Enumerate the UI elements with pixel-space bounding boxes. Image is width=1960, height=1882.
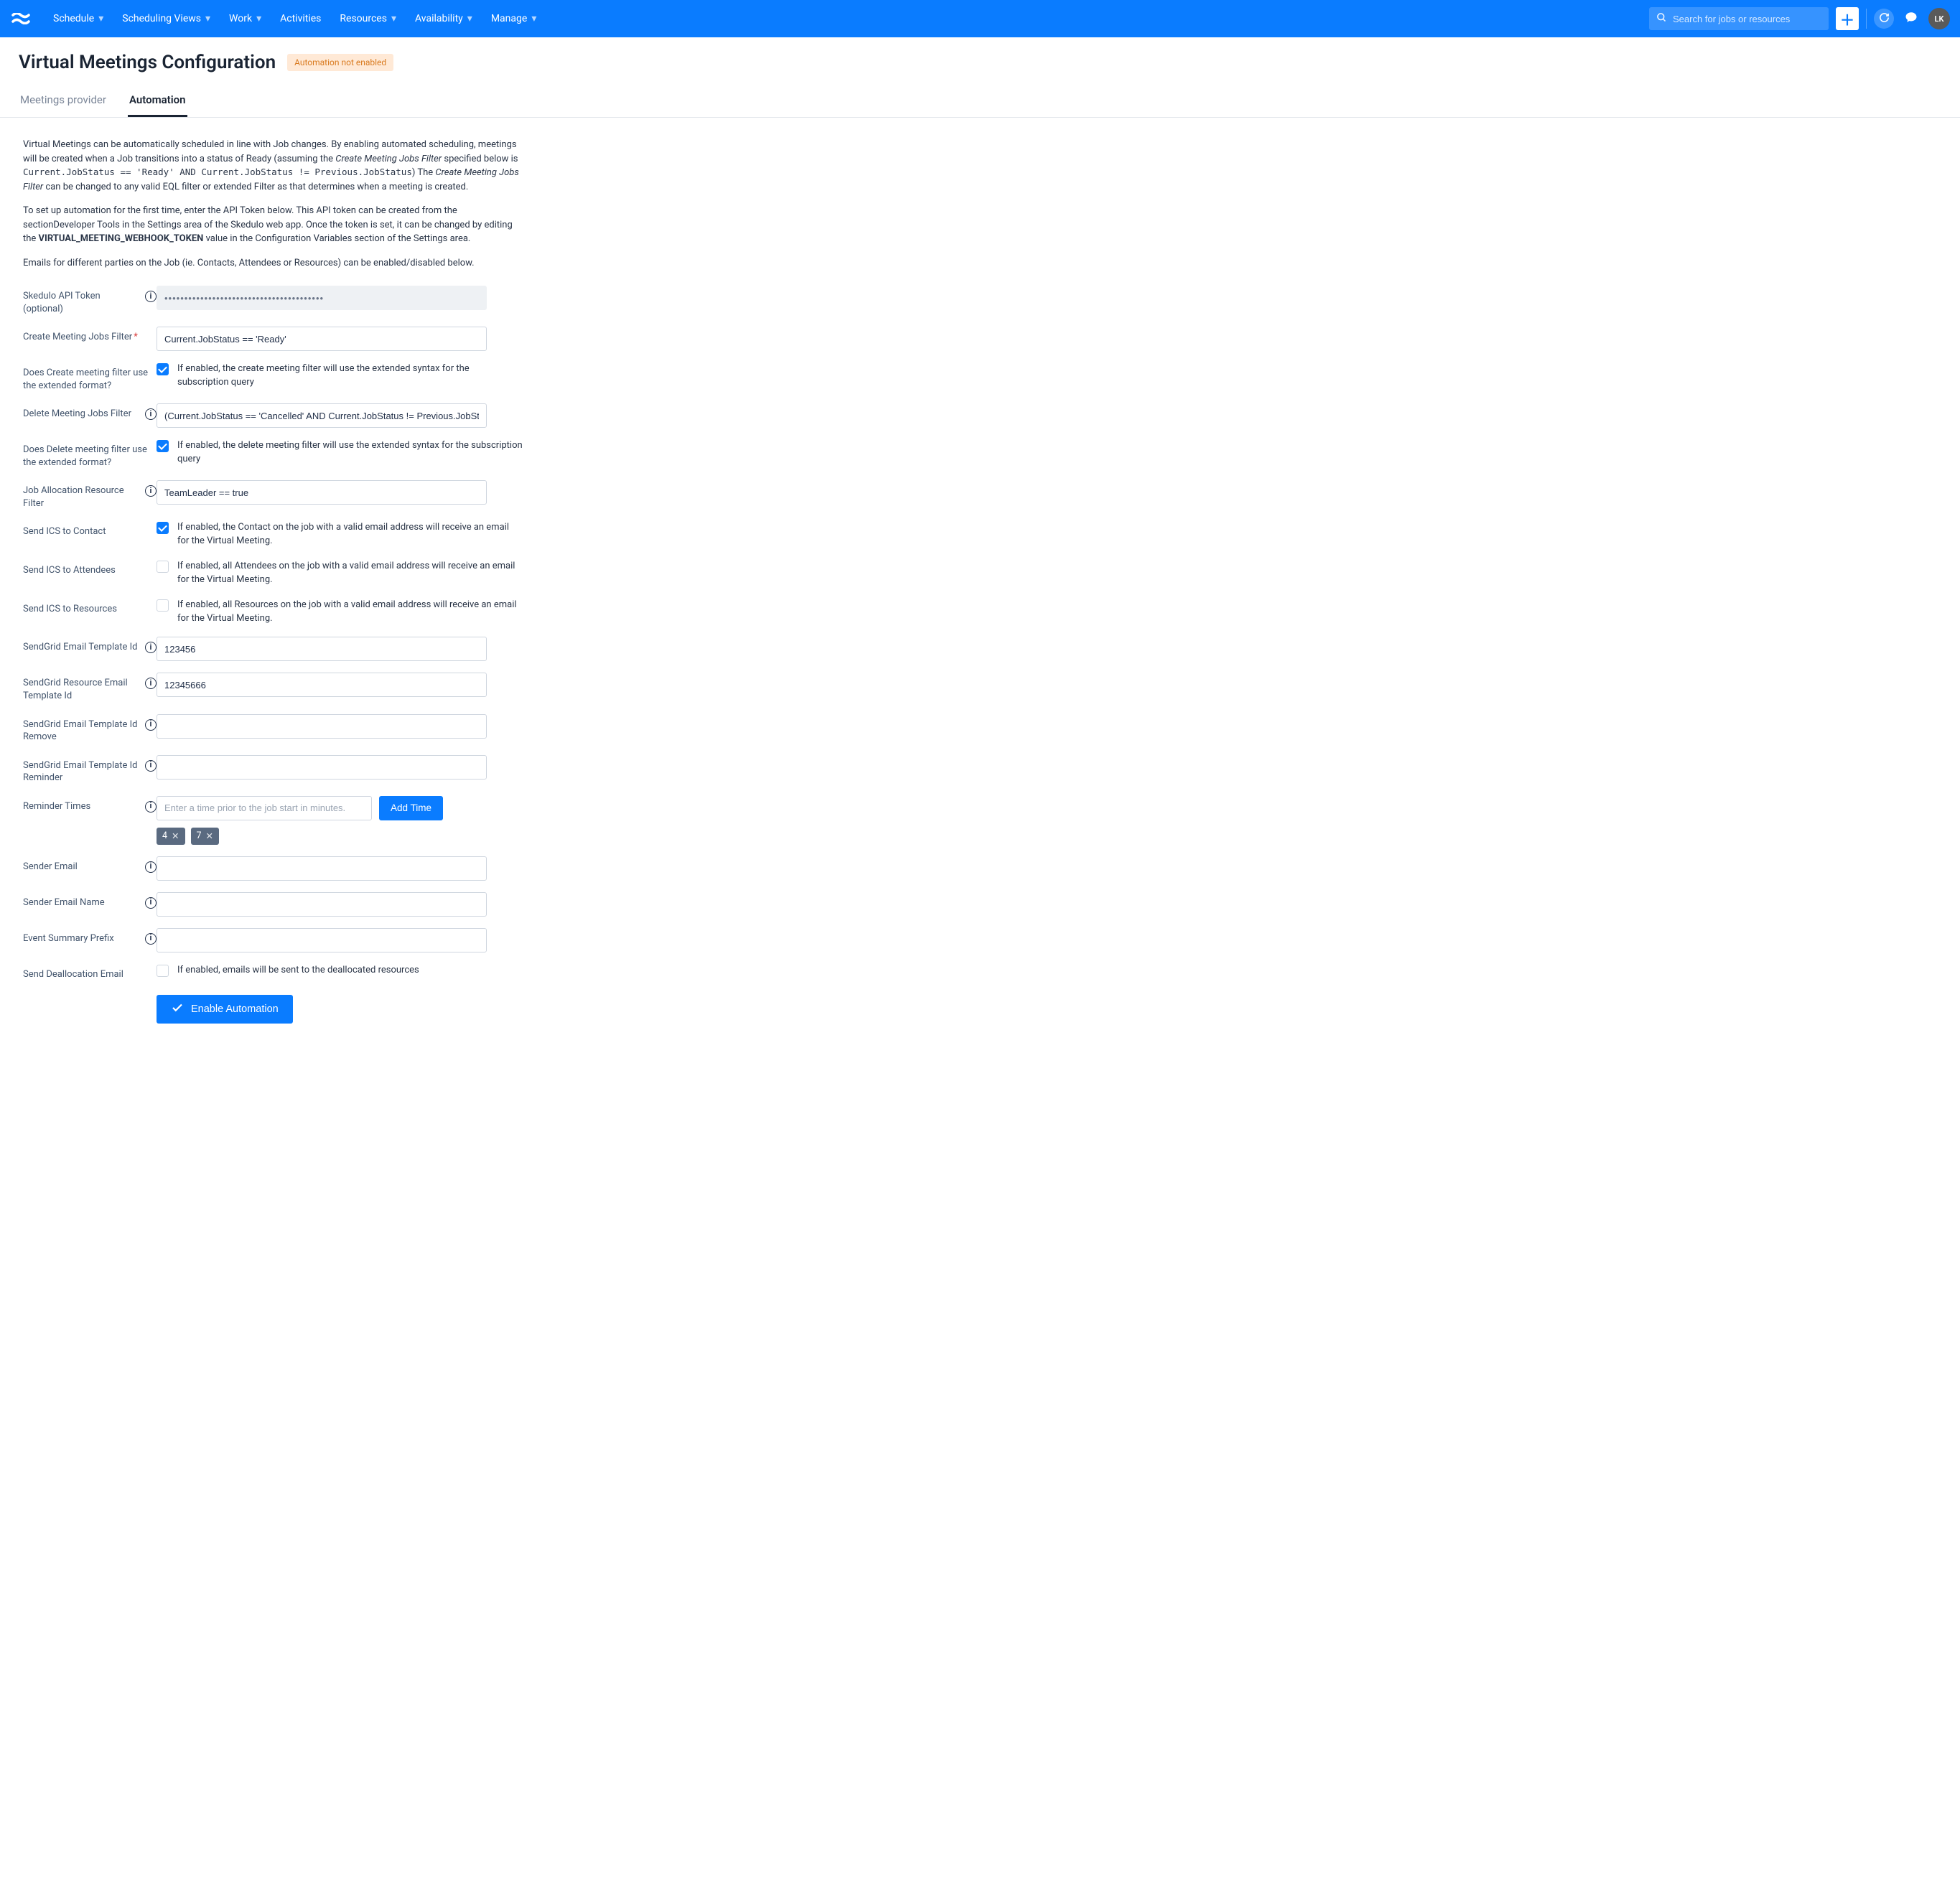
required-indicator: *	[134, 332, 138, 342]
chip-value: 4	[162, 830, 167, 841]
tab-automation[interactable]: Automation	[128, 86, 187, 117]
ics-attendees-checkbox[interactable]	[157, 561, 169, 573]
reminder-time-input[interactable]	[157, 796, 372, 820]
refresh-icon	[1879, 12, 1890, 26]
reminder-chip: 7 ✕	[191, 828, 220, 845]
summary-prefix-input[interactable]	[157, 928, 487, 952]
chat-icon	[1905, 11, 1918, 27]
info-icon[interactable]: i	[145, 291, 157, 302]
delete-ext-desc: If enabled, the delete meeting filter wi…	[177, 439, 523, 467]
ics-contact-desc: If enabled, the Contact on the job with …	[177, 521, 523, 548]
label-sg-remove: SendGrid Email Template Id Remove	[23, 718, 139, 744]
divider	[1866, 9, 1867, 29]
chip-remove-icon[interactable]: ✕	[172, 830, 179, 842]
sender-email-input[interactable]	[157, 856, 487, 881]
label-sg-template: SendGrid Email Template Id	[23, 641, 137, 654]
label-create-filter: Create Meeting Jobs Filter	[23, 332, 132, 342]
info-icon[interactable]: i	[145, 719, 157, 731]
add-button[interactable]: ＋	[1836, 7, 1859, 30]
nav-scheduling-views[interactable]: Scheduling Views▾	[113, 7, 219, 30]
global-search[interactable]	[1649, 7, 1829, 30]
sg-template-input[interactable]	[157, 637, 487, 661]
chip-value: 7	[197, 830, 202, 841]
tab-meetings-provider[interactable]: Meetings provider	[19, 86, 108, 117]
sender-name-input[interactable]	[157, 892, 487, 917]
status-badge: Automation not enabled	[287, 54, 393, 71]
add-time-button[interactable]: Add Time	[379, 796, 443, 820]
info-icon[interactable]: i	[145, 642, 157, 653]
ics-contact-checkbox[interactable]	[157, 522, 169, 534]
create-filter-input[interactable]	[157, 327, 487, 351]
intro-text: Virtual Meetings can be automatically sc…	[23, 138, 523, 270]
sg-remove-input[interactable]	[157, 714, 487, 739]
chevron-down-icon: ▾	[531, 13, 536, 24]
tabs: Meetings provider Automation	[0, 86, 1960, 118]
user-avatar[interactable]: LK	[1928, 8, 1950, 29]
dealloc-checkbox[interactable]	[157, 965, 169, 977]
delete-filter-input[interactable]	[157, 403, 487, 428]
top-navigation-bar: Schedule▾ Scheduling Views▾ Work▾ Activi…	[0, 0, 1960, 37]
search-icon	[1656, 12, 1667, 26]
info-icon[interactable]: i	[145, 760, 157, 772]
nav-manage[interactable]: Manage▾	[482, 7, 546, 30]
sync-button[interactable]	[1874, 9, 1894, 29]
label-ics-contact: Send ICS to Contact	[23, 525, 106, 538]
chevron-down-icon: ▾	[467, 13, 472, 24]
alloc-filter-input[interactable]	[157, 480, 487, 505]
ics-attendees-desc: If enabled, all Attendees on the job wit…	[177, 560, 523, 587]
chevron-down-icon: ▾	[98, 13, 103, 24]
chip-remove-icon[interactable]: ✕	[206, 830, 213, 842]
chevron-down-icon: ▾	[391, 13, 396, 24]
label-delete-ext: Does Delete meeting filter use the exten…	[23, 444, 157, 469]
label-sg-resource-template: SendGrid Resource Email Template Id	[23, 677, 139, 702]
label-sender-name: Sender Email Name	[23, 896, 105, 909]
label-reminder-times: Reminder Times	[23, 800, 90, 813]
api-token-input[interactable]	[157, 286, 487, 310]
label-ics-resources: Send ICS to Resources	[23, 603, 117, 616]
label-delete-filter: Delete Meeting Jobs Filter	[23, 408, 131, 421]
info-icon[interactable]: i	[145, 861, 157, 873]
nav-work[interactable]: Work▾	[220, 7, 270, 30]
info-icon[interactable]: i	[145, 897, 157, 909]
page-title: Virtual Meetings Configuration	[19, 52, 276, 73]
label-api-token: Skedulo API Token (optional)	[23, 290, 139, 315]
app-logo[interactable]	[10, 13, 32, 24]
label-alloc-filter: Job Allocation Resource Filter	[23, 484, 139, 510]
chat-button[interactable]	[1901, 9, 1921, 29]
info-icon[interactable]: i	[145, 678, 157, 689]
ics-resources-checkbox[interactable]	[157, 599, 169, 612]
create-ext-checkbox[interactable]	[157, 363, 169, 375]
chevron-down-icon: ▾	[256, 13, 261, 24]
label-sg-reminder: SendGrid Email Template Id Reminder	[23, 759, 139, 785]
create-ext-desc: If enabled, the create meeting filter wi…	[177, 362, 523, 390]
info-icon[interactable]: i	[145, 408, 157, 420]
nav-activities[interactable]: Activities	[271, 7, 330, 30]
nav-resources[interactable]: Resources▾	[331, 7, 405, 30]
delete-ext-checkbox[interactable]	[157, 440, 169, 452]
dealloc-desc: If enabled, emails will be sent to the d…	[177, 964, 419, 978]
plus-icon: ＋	[1840, 9, 1854, 29]
label-ics-attendees: Send ICS to Attendees	[23, 564, 116, 577]
sg-reminder-input[interactable]	[157, 755, 487, 780]
label-sender-email: Sender Email	[23, 861, 78, 874]
check-icon	[171, 1001, 184, 1017]
label-create-ext: Does Create meeting filter use the exten…	[23, 367, 157, 392]
label-dealloc: Send Deallocation Email	[23, 968, 123, 981]
search-input[interactable]	[1673, 14, 1821, 24]
info-icon[interactable]: i	[145, 485, 157, 497]
nav-schedule[interactable]: Schedule▾	[45, 7, 112, 30]
sg-resource-template-input[interactable]	[157, 673, 487, 697]
reminder-chip: 4 ✕	[157, 828, 185, 845]
info-icon[interactable]: i	[145, 801, 157, 813]
nav-availability[interactable]: Availability▾	[406, 7, 481, 30]
label-summary-prefix: Event Summary Prefix	[23, 932, 114, 945]
enable-automation-button[interactable]: Enable Automation	[157, 995, 293, 1024]
nav-items: Schedule▾ Scheduling Views▾ Work▾ Activi…	[45, 7, 545, 30]
ics-resources-desc: If enabled, all Resources on the job wit…	[177, 599, 523, 626]
chevron-down-icon: ▾	[205, 13, 210, 24]
info-icon[interactable]: i	[145, 933, 157, 945]
